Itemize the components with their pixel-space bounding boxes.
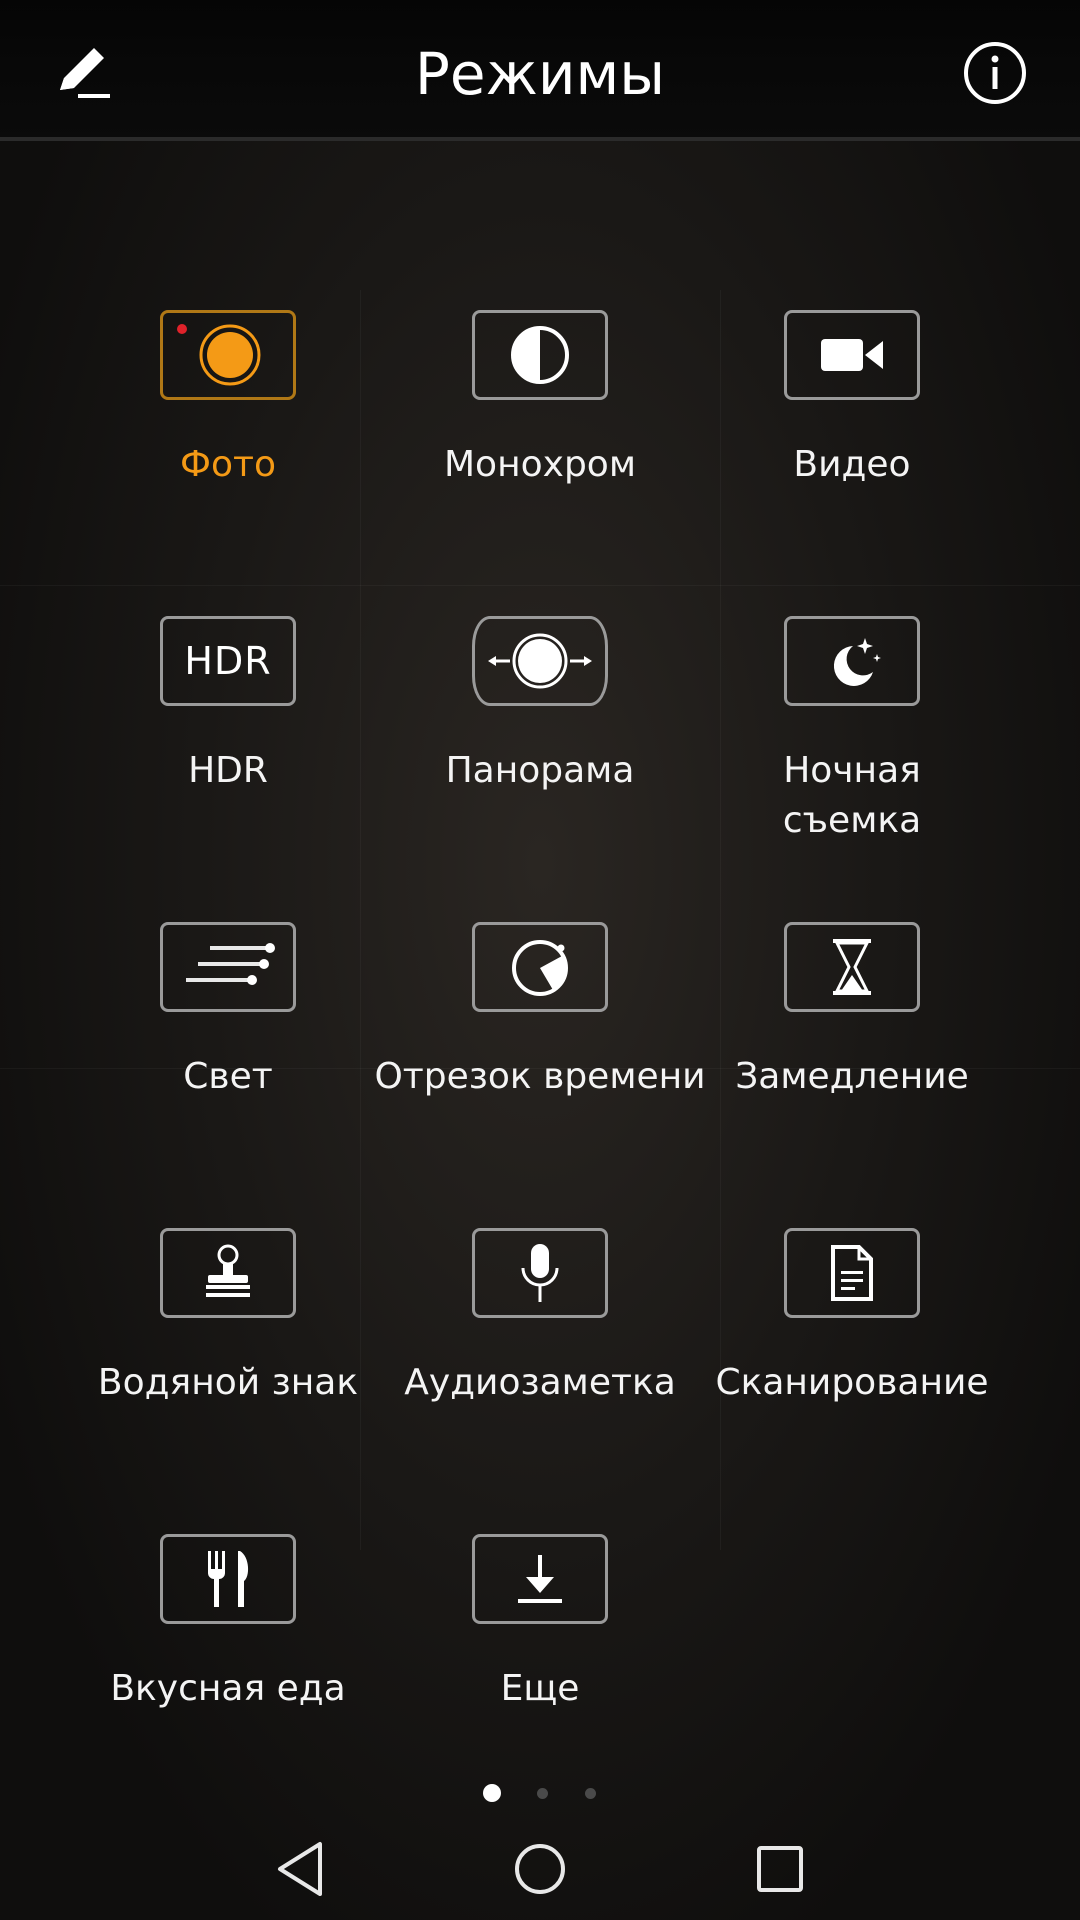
- mode-scan-iconbox: [784, 1228, 920, 1318]
- mode-label: HDR: [188, 750, 268, 791]
- page-indicator: [0, 1784, 1080, 1804]
- mode-video[interactable]: Видео: [696, 290, 1008, 596]
- info-button[interactable]: [962, 40, 1028, 106]
- mode-video-iconbox: [784, 310, 920, 400]
- page-title: Режимы: [414, 40, 666, 108]
- mode-label: Фото: [179, 444, 276, 485]
- mode-audionote[interactable]: Аудиозаметка: [384, 1208, 696, 1514]
- hourglass-icon: [833, 939, 871, 995]
- mode-timelapse[interactable]: Отрезок времени: [374, 902, 706, 1208]
- mode-slowmo[interactable]: Замедление: [696, 902, 1008, 1208]
- header-divider: [0, 137, 1080, 141]
- mode-light-iconbox: [160, 922, 296, 1012]
- mode-label: Еще: [500, 1668, 580, 1709]
- mode-hdr-iconbox: HDR: [160, 616, 296, 706]
- mode-more-iconbox: [472, 1534, 608, 1624]
- top-bar: Режимы: [0, 0, 1080, 141]
- mode-night[interactable]: Ночная съемка: [696, 596, 1008, 902]
- home-circle-icon: [515, 1844, 565, 1894]
- mode-more[interactable]: Еще: [384, 1514, 696, 1820]
- mode-watermark[interactable]: Водяной знак: [72, 1208, 384, 1514]
- mode-timelapse-iconbox: [472, 922, 608, 1012]
- monochrome-icon: [511, 326, 569, 384]
- page-dot[interactable]: [537, 1788, 548, 1799]
- mode-hdr[interactable]: HDR HDR: [72, 596, 384, 902]
- mode-label: Вкусная еда: [110, 1668, 346, 1709]
- system-navbar: [0, 1820, 1080, 1920]
- recents-button[interactable]: [745, 1834, 815, 1904]
- page-dot[interactable]: [585, 1788, 596, 1799]
- mode-label: Ночная съемка: [782, 750, 922, 841]
- mode-label: Видео: [793, 444, 911, 485]
- mode-label: Монохром: [444, 444, 636, 485]
- back-button[interactable]: [265, 1834, 335, 1904]
- mode-food-iconbox: [160, 1534, 296, 1624]
- mode-label: Сканирование: [715, 1362, 989, 1403]
- mode-label: Водяной знак: [97, 1362, 359, 1403]
- mode-scan[interactable]: Сканирование: [696, 1208, 1008, 1514]
- mode-food[interactable]: Вкусная еда: [72, 1514, 384, 1820]
- document-icon: [831, 1245, 873, 1301]
- night-moon-icon: [833, 638, 881, 686]
- recents-square-icon: [757, 1846, 803, 1892]
- mode-monochrome[interactable]: Монохром: [384, 290, 696, 596]
- camera-modes-screen: Режимы Фото Монохром Видео HDR HDR Панор…: [0, 0, 1080, 1920]
- mode-audionote-iconbox: [472, 1228, 608, 1318]
- download-icon: [518, 1555, 562, 1603]
- mode-label: Замедление: [735, 1056, 969, 1097]
- info-icon: [964, 42, 1026, 104]
- mode-monochrome-iconbox: [472, 310, 608, 400]
- microphone-icon: [521, 1244, 559, 1302]
- mode-photo[interactable]: Фото: [72, 290, 384, 596]
- home-button[interactable]: [505, 1834, 575, 1904]
- back-triangle-icon: [278, 1842, 322, 1896]
- mode-panorama[interactable]: Панорама: [384, 596, 696, 902]
- stamp-icon: [206, 1244, 250, 1297]
- time-lapse-icon: [512, 940, 568, 996]
- mode-label: Свет: [183, 1056, 273, 1097]
- mode-photo-iconbox: [160, 310, 296, 400]
- mode-watermark-iconbox: [160, 1228, 296, 1318]
- mode-slowmo-iconbox: [784, 922, 920, 1012]
- mode-label: Отрезок времени: [374, 1056, 706, 1097]
- photo-mode-icon: [177, 324, 261, 386]
- mode-label: Панорама: [445, 750, 635, 791]
- video-camera-icon: [821, 339, 883, 371]
- mode-night-iconbox: [784, 616, 920, 706]
- mode-panorama-iconbox: [472, 616, 608, 706]
- page-dot-active[interactable]: [483, 1784, 501, 1802]
- fork-knife-icon: [208, 1551, 249, 1607]
- hdr-icon: HDR: [184, 639, 272, 683]
- light-trails-icon: [186, 943, 275, 985]
- mode-light[interactable]: Свет: [72, 902, 384, 1208]
- mode-label: Аудиозаметка: [404, 1362, 676, 1403]
- panorama-icon: [488, 633, 592, 689]
